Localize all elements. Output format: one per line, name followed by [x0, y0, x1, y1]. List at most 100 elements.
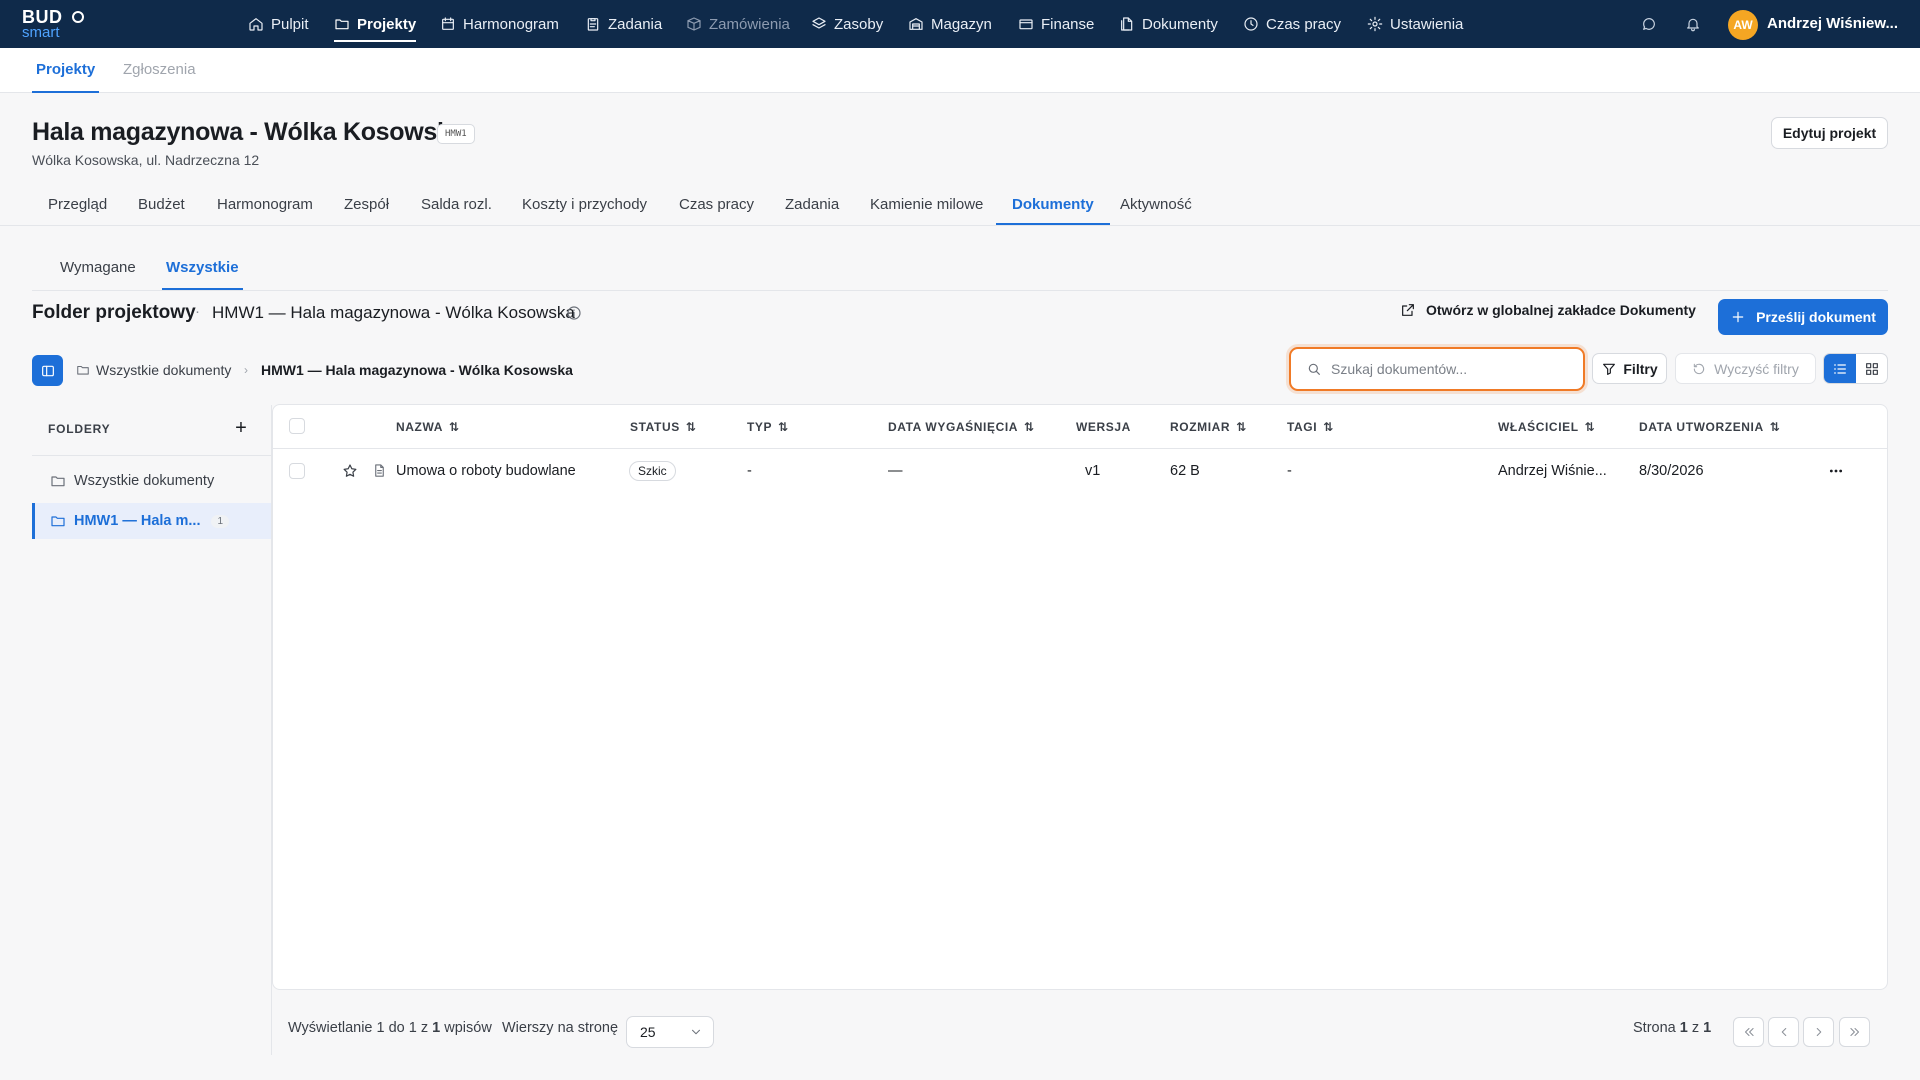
- list-icon: [1834, 363, 1846, 374]
- column-header-status[interactable]: STATUS ⇅: [630, 405, 696, 449]
- tab-budzet[interactable]: Budżet: [122, 188, 201, 225]
- folders-heading: FOLDERY: [48, 422, 111, 436]
- table-header: NAZWA ⇅ STATUS ⇅ TYP ⇅ DATA WYGAŚNIĘCIA ⇅ WE…: [273, 405, 1887, 449]
- budsmart-logo[interactable]: BUD smart: [22, 8, 86, 40]
- chat-button[interactable]: [1641, 0, 1657, 48]
- user-avatar[interactable]: AW: [1728, 10, 1758, 40]
- subtab-projekty[interactable]: Projekty: [32, 48, 100, 93]
- nav-item-pulpit[interactable]: Pulpit: [248, 0, 309, 48]
- nav-item-zasoby[interactable]: Zasoby: [811, 0, 883, 48]
- edit-project-button[interactable]: Edytuj projekt: [1771, 117, 1888, 149]
- cell-size: 62 B: [1170, 463, 1200, 479]
- column-header-name[interactable]: NAZWA ⇅: [396, 405, 460, 449]
- plus-icon: [1732, 311, 1744, 323]
- grid-view-button[interactable]: [1856, 354, 1887, 383]
- documents-icon: [1121, 17, 1133, 31]
- bell-icon: [1687, 18, 1699, 32]
- nav-item-dokumenty[interactable]: Dokumenty: [1119, 0, 1218, 48]
- cell-name[interactable]: Umowa o roboty budowlane: [396, 449, 576, 493]
- previous-page-button[interactable]: [1768, 1017, 1799, 1047]
- column-header-tags[interactable]: TAGI ⇅: [1287, 405, 1334, 449]
- nav-item-finanse[interactable]: Finanse: [1018, 0, 1094, 48]
- cell-expiry: —: [888, 463, 903, 479]
- tab-aktywnosc[interactable]: Aktywność: [1104, 188, 1208, 225]
- folder-item-hmw1[interactable]: HMW1 — Hala m... 1: [32, 503, 271, 539]
- notifications-button[interactable]: [1685, 0, 1701, 48]
- project-code-badge: HMW1: [437, 124, 475, 144]
- tab-dokumenty[interactable]: Dokumenty: [996, 188, 1110, 225]
- folder-path: HMW1 — Hala magazynowa - Wólka Kosowska: [212, 303, 575, 322]
- external-link-icon: [1402, 304, 1414, 316]
- sort-icon: ⇅: [1769, 420, 1781, 434]
- row-checkbox[interactable]: [289, 463, 305, 479]
- more-actions-icon[interactable]: [1828, 463, 1844, 479]
- chevron-left-icon: [1781, 1027, 1786, 1037]
- user-name[interactable]: Andrzej Wiśniew...: [1767, 0, 1898, 48]
- folder-item-all-documents[interactable]: Wszystkie dokumenty: [32, 463, 271, 499]
- cell-owner: Andrzej Wiśnie...: [1498, 463, 1607, 479]
- folder-icon: [51, 516, 65, 527]
- column-label: WERSJA: [1076, 420, 1131, 434]
- star-icon[interactable]: [342, 463, 358, 479]
- tab-wymagane[interactable]: Wymagane: [56, 256, 140, 290]
- rows-per-page-value: 25: [640, 1024, 656, 1040]
- first-page-button[interactable]: [1733, 1017, 1764, 1047]
- column-header-type[interactable]: TYP ⇅: [747, 405, 789, 449]
- column-header-created[interactable]: DATA UTWORZENIA ⇅: [1639, 405, 1780, 449]
- nav-item-zadania[interactable]: Zadania: [585, 0, 662, 48]
- breadcrumb-all-documents[interactable]: Wszystkie dokumenty: [76, 359, 231, 381]
- sort-icon: ⇅: [1323, 420, 1334, 434]
- grid-icon: [1866, 362, 1878, 375]
- add-folder-button[interactable]: +: [232, 418, 250, 438]
- documents-table: NAZWA ⇅ STATUS ⇅ TYP ⇅ DATA WYGAŚNIĘCIA ⇅ WE…: [272, 404, 1888, 990]
- last-page-button[interactable]: [1839, 1017, 1870, 1047]
- nav-item-czas-pracy[interactable]: Czas pracy: [1243, 0, 1341, 48]
- column-label: DATA WYGAŚNIĘCIA: [888, 420, 1019, 434]
- filters-button[interactable]: Filtry: [1592, 353, 1667, 384]
- column-header-size[interactable]: ROZMIAR ⇅: [1170, 405, 1247, 449]
- tab-czas-pracy[interactable]: Czas pracy: [663, 188, 770, 225]
- clipboard-icon: [587, 18, 599, 31]
- tab-kamienie-milowe[interactable]: Kamienie milowe: [854, 188, 999, 225]
- next-page-button[interactable]: [1803, 1017, 1834, 1047]
- info-icon[interactable]: [566, 305, 582, 321]
- tab-harmonogram[interactable]: Harmonogram: [201, 188, 329, 225]
- column-label: WŁAŚCICIEL: [1498, 420, 1579, 434]
- rows-per-page-select[interactable]: 25: [626, 1016, 714, 1048]
- tab-przeglad[interactable]: Przegląd: [32, 188, 123, 225]
- folder-label: HMW1 — Hala m...: [74, 513, 201, 529]
- folder-count-badge: 1: [211, 514, 229, 528]
- tab-wszystkie[interactable]: Wszystkie: [162, 256, 243, 290]
- column-header-owner[interactable]: WŁAŚCICIEL ⇅: [1498, 405, 1595, 449]
- search-icon: [1308, 363, 1320, 375]
- subtab-zgloszenia[interactable]: Zgłoszenia: [123, 48, 196, 93]
- nav-item-label: Zadania: [608, 15, 663, 33]
- nav-item-magazyn[interactable]: Magazyn: [908, 0, 992, 48]
- folder-heading: Folder projektowy: [32, 302, 196, 323]
- toggle-sidebar-button[interactable]: [32, 355, 63, 386]
- clear-filters-button[interactable]: Wyczyść filtry: [1675, 353, 1816, 384]
- list-view-button[interactable]: [1824, 354, 1856, 383]
- tab-salda-rozl[interactable]: Salda rozl.: [405, 188, 508, 225]
- calendar-icon: [442, 17, 454, 30]
- nav-item-harmonogram[interactable]: Harmonogram: [440, 0, 559, 48]
- open-global-documents-link[interactable]: Otwórz w globalnej zakładce Dokumenty: [1400, 302, 1696, 318]
- gear-icon: [1367, 16, 1383, 32]
- search-box[interactable]: [1289, 347, 1585, 391]
- column-label: TAGI: [1287, 420, 1318, 434]
- tab-zespol[interactable]: Zespół: [328, 188, 405, 225]
- breadcrumb-current-folder: HMW1 — Hala magazynowa - Wólka Kosowska: [261, 362, 573, 378]
- box-icon: [687, 17, 701, 31]
- nav-item-ustawienia[interactable]: Ustawienia: [1367, 0, 1463, 48]
- sort-icon: ⇅: [1236, 420, 1247, 434]
- upload-document-button[interactable]: Prześlij dokument: [1718, 299, 1888, 335]
- nav-item-zamowienia[interactable]: Zamówienia: [686, 0, 790, 48]
- select-all-checkbox[interactable]: [289, 418, 305, 434]
- column-header-expiry[interactable]: DATA WYGAŚNIĘCIA ⇅: [888, 405, 1035, 449]
- tab-zadania[interactable]: Zadania: [769, 188, 855, 225]
- folder-icon: [335, 19, 349, 30]
- tab-koszty-i-przychody[interactable]: Koszty i przychody: [506, 188, 663, 225]
- nav-item-projekty[interactable]: Projekty: [334, 0, 417, 48]
- sort-icon: ⇅: [778, 420, 789, 434]
- search-input[interactable]: [1331, 359, 1571, 379]
